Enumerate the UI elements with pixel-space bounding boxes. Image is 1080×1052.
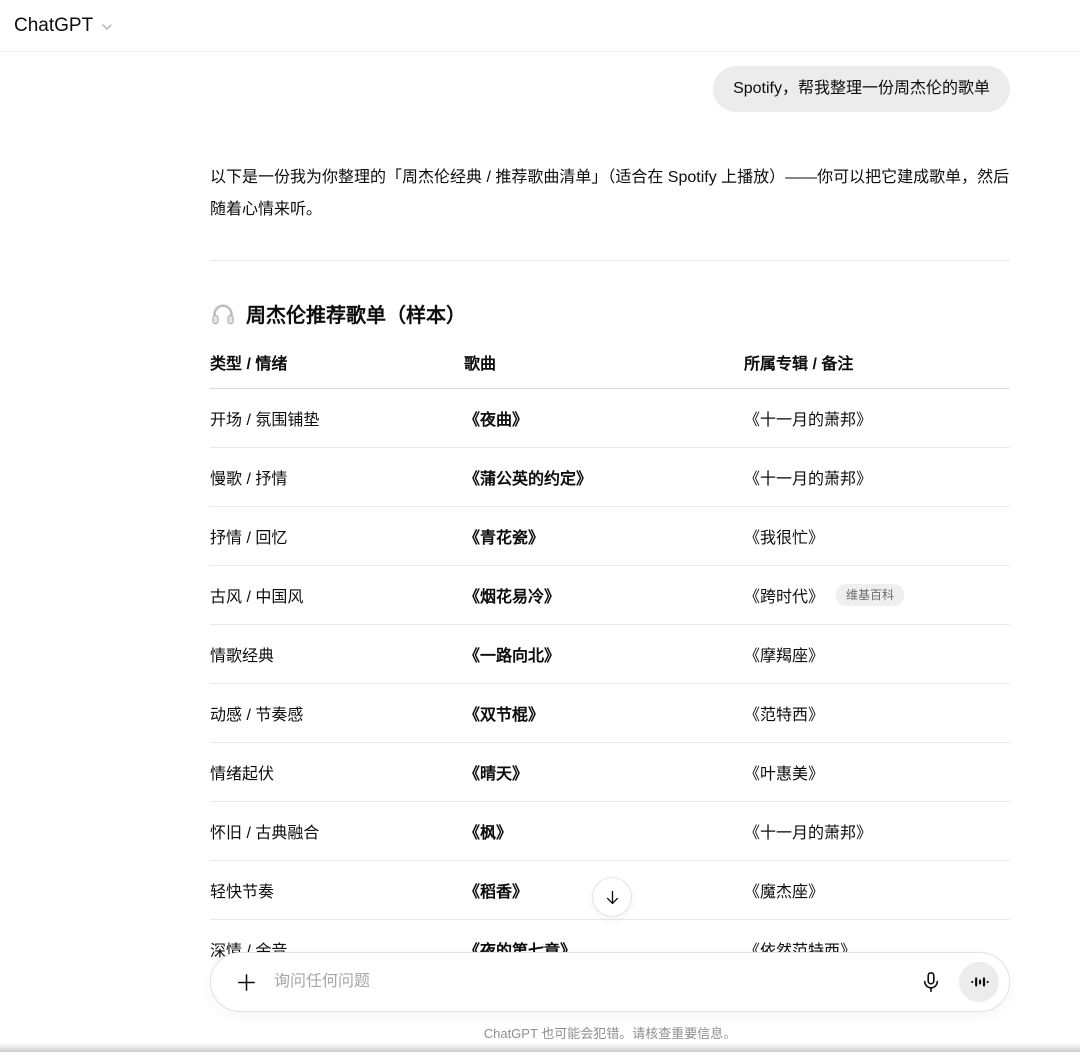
playlist-heading: 周杰伦推荐歌单（样本）: [210, 299, 1010, 328]
source-badge[interactable]: 维基百科: [836, 584, 904, 606]
row-album-text: 《魔杰座》: [744, 878, 824, 902]
chevron-down-icon: [99, 19, 115, 35]
bottom-edge-fade: [0, 1043, 1080, 1052]
row-album-text: 《十一月的萧邦》: [744, 406, 872, 430]
row-album: 《魔杰座》: [744, 878, 1010, 902]
row-album: 《范特西》: [744, 701, 1010, 725]
row-album-text: 《叶惠美》: [744, 760, 824, 784]
assistant-message: 以下是一份我为你整理的「周杰伦经典 / 推荐歌曲清单」（适合在 Spotify …: [210, 162, 1010, 226]
table-row: 慢歌 / 抒情 《蒲公英的约定》 《十一月的萧邦》: [210, 448, 1010, 507]
user-message-bubble: Spotify，帮我整理一份周杰伦的歌单: [713, 66, 1010, 112]
row-type: 抒情 / 回忆: [210, 524, 464, 548]
table-header-row: 类型 / 情绪 歌曲 所属专辑 / 备注: [210, 350, 1010, 389]
headphones-icon: [210, 301, 236, 327]
disclaimer-text: ChatGPT 也可能会犯错。请核查重要信息。: [210, 1023, 1010, 1042]
row-type: 动感 / 节奏感: [210, 701, 464, 725]
row-song: 《夜曲》: [464, 406, 744, 430]
row-type: 开场 / 氛围铺垫: [210, 406, 464, 430]
chat-input[interactable]: [274, 973, 919, 991]
column-header-song: 歌曲: [464, 350, 744, 374]
column-header-album: 所属专辑 / 备注: [744, 350, 1010, 374]
row-type: 怀旧 / 古典融合: [210, 819, 464, 843]
row-album: 《十一月的萧邦》: [744, 819, 1010, 843]
row-type: 古风 / 中国风: [210, 583, 464, 607]
row-album-text: 《跨时代》: [744, 583, 824, 607]
app-title: ChatGPT: [14, 15, 93, 37]
row-album: 《我很忙》: [744, 524, 1010, 548]
row-album-text: 《十一月的萧邦》: [744, 465, 872, 489]
row-song: 《青花瓷》: [464, 524, 744, 548]
row-type: 情绪起伏: [210, 760, 464, 784]
plus-icon: [235, 971, 258, 994]
table-row: 开场 / 氛围铺垫 《夜曲》 《十一月的萧邦》: [210, 389, 1010, 448]
row-song: 《晴天》: [464, 760, 744, 784]
row-album: 《叶惠美》: [744, 760, 1010, 784]
model-switcher-button[interactable]: ChatGPT: [14, 15, 115, 37]
row-type: 情歌经典: [210, 642, 464, 666]
row-song: 《双节棍》: [464, 701, 744, 725]
row-album-text: 《我很忙》: [744, 524, 824, 548]
table-row: 情绪起伏 《晴天》 《叶惠美》: [210, 743, 1010, 802]
row-album-text: 《范特西》: [744, 701, 824, 725]
row-album-text: 《十一月的萧邦》: [744, 819, 872, 843]
row-song: 《一路向北》: [464, 642, 744, 666]
table-row: 古风 / 中国风 《烟花易冷》 《跨时代》 维基百科: [210, 566, 1010, 625]
microphone-icon: [919, 970, 943, 994]
scroll-to-bottom-button[interactable]: [592, 877, 632, 917]
row-album: 《摩羯座》: [744, 642, 1010, 666]
user-message-row: Spotify，帮我整理一份周杰伦的歌单: [210, 66, 1010, 112]
voice-waveform-icon: [969, 972, 989, 992]
row-song: 《蒲公英的约定》: [464, 465, 744, 489]
table-row: 抒情 / 回忆 《青花瓷》 《我很忙》: [210, 507, 1010, 566]
playlist-heading-text: 周杰伦推荐歌单（样本）: [246, 299, 466, 328]
conversation-area: Spotify，帮我整理一份周杰伦的歌单 以下是一份我为你整理的「周杰伦经典 /…: [210, 66, 1010, 978]
table-row: 动感 / 节奏感 《双节棍》 《范特西》: [210, 684, 1010, 743]
row-song: 《枫》: [464, 819, 744, 843]
arrow-down-icon: [603, 888, 622, 907]
row-album-text: 《摩羯座》: [744, 642, 824, 666]
row-album: 《十一月的萧邦》: [744, 406, 1010, 430]
row-song: 《烟花易冷》: [464, 583, 744, 607]
row-album: 《十一月的萧邦》: [744, 465, 1010, 489]
row-type: 慢歌 / 抒情: [210, 465, 464, 489]
voice-mode-button[interactable]: [959, 962, 999, 1002]
column-header-type: 类型 / 情绪: [210, 350, 464, 374]
dictate-button[interactable]: [919, 970, 943, 994]
table-row: 怀旧 / 古典融合 《枫》 《十一月的萧邦》: [210, 802, 1010, 861]
attach-button[interactable]: [235, 971, 258, 994]
top-bar: ChatGPT: [0, 0, 1080, 52]
row-album: 《跨时代》 维基百科: [744, 583, 1010, 607]
section-divider: [210, 260, 1010, 261]
row-type: 轻快节奏: [210, 878, 464, 902]
composer: [210, 952, 1010, 1012]
table-row: 情歌经典 《一路向北》 《摩羯座》: [210, 625, 1010, 684]
